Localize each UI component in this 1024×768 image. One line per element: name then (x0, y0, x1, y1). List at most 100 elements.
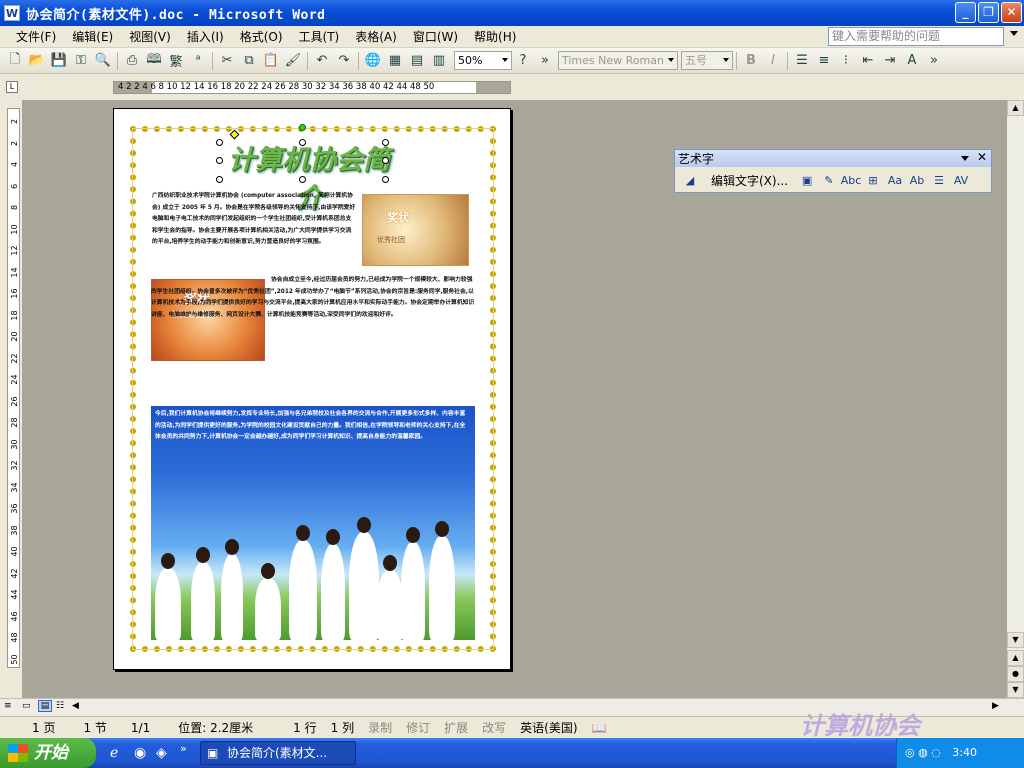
format-painter-icon[interactable]: 🖌 (282, 50, 304, 72)
wordart-toolbar-close-icon[interactable]: ✕ (977, 150, 987, 164)
wordart-title[interactable]: 计算机协会简介 (220, 142, 398, 214)
document-page[interactable]: 计算机协会简介 广西纺织职业技术学院计算机协会 (computer associ… (113, 108, 511, 670)
menu-file[interactable]: 文件(F) (8, 27, 64, 47)
wordart-toolbar-options-icon[interactable] (961, 156, 969, 161)
numbering-icon[interactable]: ≡ (813, 50, 835, 72)
close-button[interactable]: ✕ (1001, 2, 1022, 23)
new-document-icon[interactable]: 🗋 (4, 50, 26, 72)
paste-icon[interactable]: 📋 (260, 50, 282, 72)
restore-button[interactable]: ❐ (978, 2, 999, 23)
status-extend[interactable]: 扩展 (444, 719, 468, 736)
print-icon[interactable]: ⎙ (121, 50, 143, 72)
help-dropdown-icon[interactable] (1010, 31, 1018, 36)
format-wordart-icon[interactable]: ✎ (818, 170, 840, 190)
status-overtype[interactable]: 改写 (482, 719, 506, 736)
print-preview-icon[interactable]: 🔍 (92, 50, 114, 72)
wordart-handle[interactable] (299, 176, 306, 183)
tables-borders-icon[interactable]: ▦ (384, 50, 406, 72)
cut-icon[interactable]: ✂ (216, 50, 238, 72)
next-page-icon[interactable]: ▼ (1007, 682, 1024, 698)
align-icon[interactable]: ☰ (791, 50, 813, 72)
minimize-button[interactable]: _ (955, 2, 976, 23)
tray-icons[interactable]: ◎ ◍ ◌ (905, 746, 944, 759)
print-layout-icon[interactable]: ▤ (38, 700, 52, 712)
scroll-left-icon[interactable]: ◀ (72, 701, 79, 711)
status-track-changes[interactable]: 修订 (406, 719, 430, 736)
menu-table[interactable]: 表格(A) (347, 27, 405, 47)
wordart-handle[interactable] (382, 157, 389, 164)
wordart-handle[interactable] (299, 139, 306, 146)
menu-edit[interactable]: 编辑(E) (64, 27, 121, 47)
wordart-toolbar-titlebar[interactable]: 艺术字 ✕ (675, 150, 991, 167)
permission-icon[interactable]: ⚿ (70, 50, 92, 72)
wordart-handle[interactable] (216, 157, 223, 164)
ie-icon[interactable]: ℯ (110, 745, 118, 761)
zoom-combo[interactable]: 50% (454, 51, 512, 70)
spelling-icon[interactable]: 繁 (165, 50, 187, 72)
bullets-icon[interactable]: ⁝ (835, 50, 857, 72)
character-spacing-icon[interactable]: AV (950, 170, 972, 190)
research-icon[interactable]: 🕮 (143, 50, 165, 72)
save-icon[interactable]: 💾 (48, 50, 70, 72)
help-icon[interactable]: ? (512, 50, 534, 72)
scroll-down-icon[interactable]: ▼ (1007, 632, 1024, 648)
open-icon[interactable]: 📂 (26, 50, 48, 72)
alignment-icon[interactable]: ☰ (928, 170, 950, 190)
wordart-rotate-handle[interactable] (299, 124, 306, 131)
previous-page-icon[interactable]: ▲ (1007, 650, 1024, 666)
word-app-icon[interactable]: W (4, 5, 20, 21)
menu-window[interactable]: 窗口(W) (405, 27, 466, 47)
normal-view-icon[interactable]: ≡ (4, 701, 12, 711)
tab-selector[interactable]: L (6, 81, 18, 93)
menu-format[interactable]: 格式(O) (232, 27, 291, 47)
quicklaunch-icon[interactable]: ◉ (134, 745, 146, 761)
redo-icon[interactable]: ↷ (333, 50, 355, 72)
ruler-scale[interactable]: 4 2 2 4 6 8 10 12 14 16 18 20 22 24 26 2… (113, 81, 511, 94)
wordart-handle[interactable] (382, 139, 389, 146)
menu-help[interactable]: 帮助(H) (466, 27, 524, 47)
spelling-status-icon[interactable]: 📖 (592, 721, 607, 735)
browse-object-icon[interactable]: ● (1007, 666, 1024, 682)
toolbar-overflow-icon[interactable]: » (534, 50, 556, 72)
font-combo[interactable]: Times New Roman (558, 51, 678, 70)
edit-text-button[interactable]: 编辑文字(X)... (711, 172, 788, 189)
quicklaunch-overflow-icon[interactable]: » (180, 742, 187, 755)
web-layout-icon[interactable]: ▭ (22, 701, 31, 711)
bold-button[interactable]: B (740, 50, 762, 72)
insert-wordart-icon[interactable]: ◢ (679, 170, 701, 190)
increase-indent-icon[interactable]: ⇥ (879, 50, 901, 72)
media-icon[interactable]: ◈ (156, 745, 167, 761)
wordart-handle[interactable] (382, 176, 389, 183)
hyperlink-icon[interactable]: 🌐 (362, 50, 384, 72)
wordart-gallery-icon[interactable]: ▣ (796, 170, 818, 190)
vertical-text-icon[interactable]: Ab (906, 170, 928, 190)
font-size-combo[interactable]: 五号 (681, 51, 733, 70)
status-record[interactable]: 录制 (368, 719, 392, 736)
undo-icon[interactable]: ↶ (311, 50, 333, 72)
outline-view-icon[interactable]: ☷ (56, 701, 64, 711)
insert-excel-icon[interactable]: ▥ (428, 50, 450, 72)
start-button[interactable]: 开始 (0, 738, 96, 768)
font-color-icon[interactable]: A (901, 50, 923, 72)
scroll-up-icon[interactable]: ▲ (1007, 100, 1024, 116)
help-search-input[interactable]: 键入需要帮助的问题 (828, 27, 1004, 46)
same-letter-heights-icon[interactable]: Aa (884, 170, 906, 190)
wordart-shape-icon[interactable]: Abc (840, 170, 862, 190)
toolbar-overflow-icon-2[interactable]: » (923, 50, 945, 72)
taskbar-word-document[interactable]: ▣ 协会简介(素材文... (200, 741, 356, 765)
menu-view[interactable]: 视图(V) (121, 27, 179, 47)
award-certificate-image-1[interactable]: 奖状 优秀社团 (362, 194, 469, 266)
copy-icon[interactable]: ⧉ (238, 50, 260, 72)
status-language[interactable]: 英语(美国) (520, 719, 577, 736)
decrease-indent-icon[interactable]: ⇤ (857, 50, 879, 72)
menu-tools[interactable]: 工具(T) (291, 27, 348, 47)
clock[interactable]: 3:40 (952, 746, 977, 759)
wordart-handle[interactable] (216, 176, 223, 183)
menu-insert[interactable]: 插入(I) (179, 27, 232, 47)
group-photo[interactable]: 今后,我们计算机协会将继续努力,发挥专业特长,加强与各兄弟院校及社会各界的交流与… (151, 406, 475, 640)
vertical-scrollbar[interactable]: ▲ ▼ ▲ ● ▼ (1007, 100, 1024, 698)
italic-button[interactable]: I (762, 50, 784, 72)
insert-table-icon[interactable]: ▤ (406, 50, 428, 72)
wordart-handle[interactable] (216, 139, 223, 146)
text-wrapping-icon[interactable]: ⊞ (862, 170, 884, 190)
